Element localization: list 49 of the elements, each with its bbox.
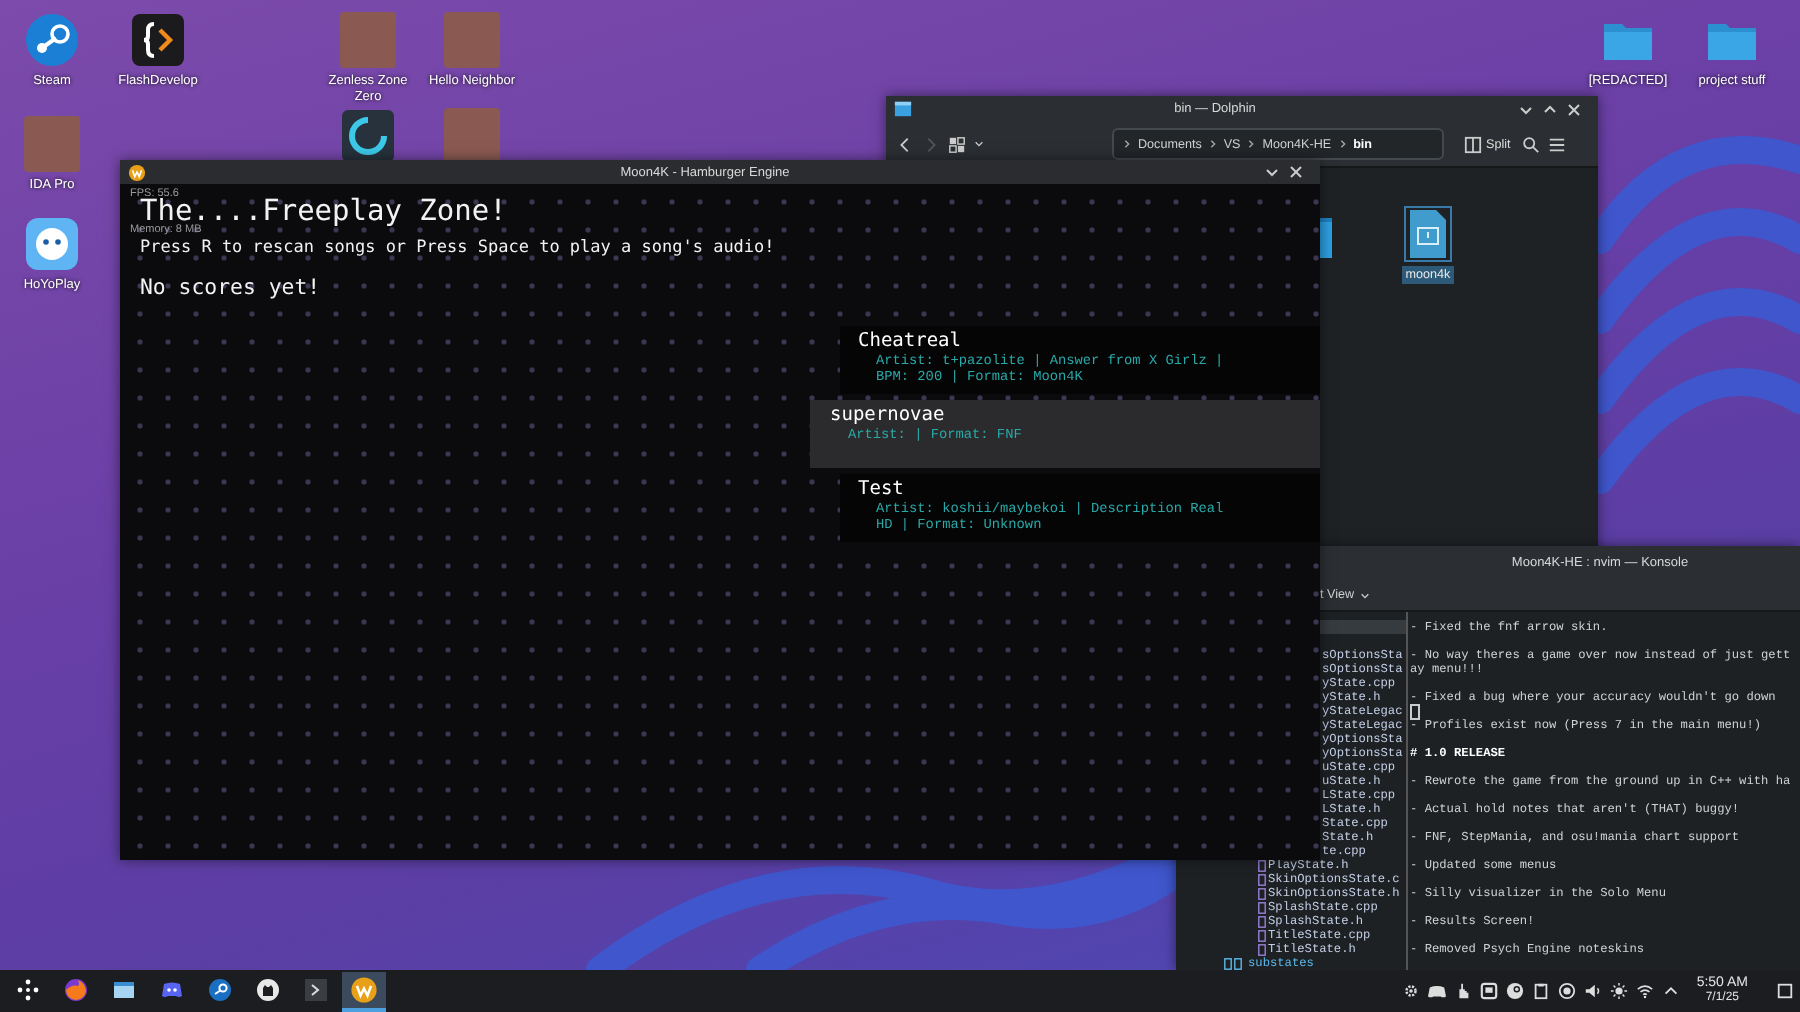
window-app-icon (894, 100, 912, 118)
app-badge-icon (128, 163, 146, 181)
mascot-icon[interactable] (24, 216, 80, 272)
menu-icon[interactable] (1548, 135, 1567, 153)
photo-placeholder[interactable] (444, 108, 500, 164)
chevron-right-icon (1337, 138, 1348, 150)
text-cursor (1410, 704, 1420, 720)
caret-down-icon[interactable] (1360, 589, 1371, 601)
search-icon[interactable] (1522, 135, 1541, 153)
wifi-icon[interactable] (1636, 982, 1655, 1000)
window-icon[interactable] (1480, 982, 1499, 1000)
clipboard-icon[interactable] (1532, 982, 1551, 1000)
maximize-icon[interactable] (1542, 101, 1558, 117)
chevron-right-icon (1246, 138, 1257, 150)
taskbar-button[interactable] (342, 971, 386, 1011)
terminal-icon (304, 977, 328, 1001)
launcher-icon (16, 977, 40, 1001)
song-title: supernovae (830, 404, 947, 428)
chevron-right-icon (1207, 138, 1218, 150)
linkage-logo-icon (208, 977, 232, 1001)
hint-text: Press R to rescan songs or Press Space to play a song's audio! (140, 238, 775, 258)
controller-icon (160, 977, 184, 1001)
document-icon[interactable] (1406, 208, 1450, 260)
caret-up-icon[interactable] (1662, 982, 1681, 1000)
record-icon[interactable] (1558, 982, 1577, 1000)
show-desktop-icon[interactable] (1776, 982, 1794, 1000)
song-title: Test (858, 478, 906, 502)
screen-title: The....Freeplay Zone! (140, 200, 507, 226)
brightness-icon[interactable] (1610, 982, 1629, 1000)
chevron-right-icon (1122, 138, 1132, 150)
controller-icon[interactable] (1428, 982, 1447, 1000)
minimize-icon[interactable] (1518, 101, 1534, 117)
ring-icon[interactable] (340, 108, 396, 164)
grid-view-icon[interactable] (948, 135, 966, 153)
minimize-icon[interactable] (1264, 164, 1280, 180)
linkage-logo-icon[interactable] (1506, 982, 1525, 1000)
split-view-icon (1464, 135, 1482, 153)
brace-logo-icon[interactable] (130, 12, 186, 68)
back-icon[interactable] (896, 135, 914, 153)
close-icon[interactable] (1566, 101, 1582, 117)
caret-down-icon[interactable] (974, 138, 984, 150)
volume-icon[interactable] (1584, 982, 1603, 1000)
song-title: Cheatreal (858, 330, 963, 354)
app-badge-icon[interactable] (350, 975, 378, 1003)
close-icon[interactable] (1288, 164, 1304, 180)
linkage-logo-icon[interactable] (24, 12, 80, 68)
fox-globe-icon (64, 977, 88, 1001)
scores-text: No scores yet! (140, 274, 321, 300)
gear-icon[interactable] (1402, 982, 1421, 1000)
